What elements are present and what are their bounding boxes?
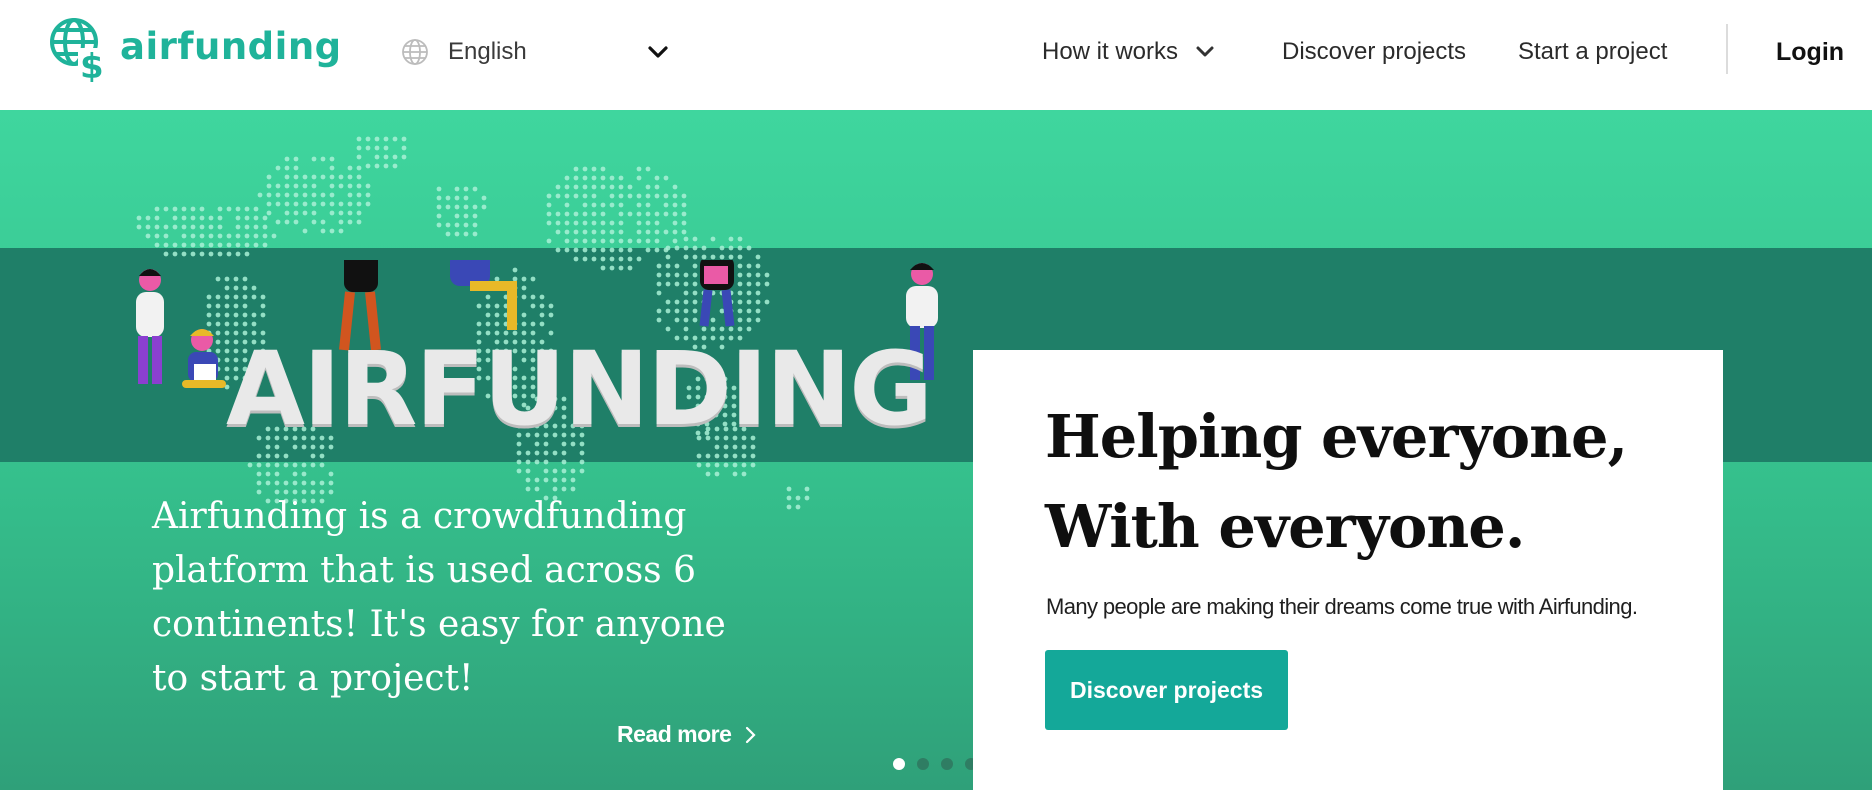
- read-more-link[interactable]: Read more: [617, 721, 759, 748]
- person-figure: [182, 329, 226, 388]
- language-select[interactable]: English: [400, 30, 672, 74]
- svg-text:$: $: [80, 47, 104, 82]
- nav-how-it-works[interactable]: How it works: [1042, 30, 1218, 74]
- brand-logo[interactable]: $ airfunding: [48, 16, 342, 82]
- site-header: $ airfunding English How it works Discov…: [0, 0, 1872, 110]
- airfunding-wordmark: AIRFUNDING: [226, 330, 933, 449]
- discover-projects-button[interactable]: Discover projects: [1045, 650, 1288, 730]
- hero-banner: AIRFUNDING Airfunding is a crowdfunding …: [0, 110, 1872, 790]
- nav-discover-projects[interactable]: Discover projects: [1282, 30, 1466, 74]
- card-title-line1: Helping everyone,: [1045, 402, 1628, 471]
- person-figure: [699, 260, 735, 327]
- nav-how-it-works-label: How it works: [1042, 38, 1179, 65]
- card-title-line2: With everyone.: [1045, 492, 1525, 561]
- chevron-right-icon: [746, 726, 756, 743]
- hero-description: Airfunding is a crowdfunding platform th…: [152, 496, 726, 699]
- read-more-label: Read more: [617, 721, 732, 747]
- carousel-dot[interactable]: [941, 758, 953, 770]
- card-title: Helping everyone, With everyone.: [1045, 392, 1685, 572]
- carousel-dot[interactable]: [917, 758, 929, 770]
- carousel-dot[interactable]: [893, 758, 905, 770]
- brand-name: airfunding: [120, 24, 342, 68]
- globe-dollar-logo-icon: $: [50, 18, 104, 82]
- person-figure: [450, 260, 517, 330]
- globe-icon: [402, 39, 428, 65]
- language-label: English: [448, 38, 527, 65]
- chevron-down-icon: [1196, 46, 1214, 57]
- nav-start-project[interactable]: Start a project: [1518, 30, 1667, 74]
- hero-card: Helping everyone, With everyone. Many pe…: [973, 350, 1723, 790]
- card-subtitle: Many people are making their dreams come…: [1046, 594, 1638, 619]
- person-figure: [136, 269, 164, 384]
- nav-divider: [1726, 24, 1728, 74]
- chevron-down-icon: [648, 46, 668, 58]
- carousel-dots: [893, 758, 977, 770]
- login-link[interactable]: Login: [1776, 30, 1844, 74]
